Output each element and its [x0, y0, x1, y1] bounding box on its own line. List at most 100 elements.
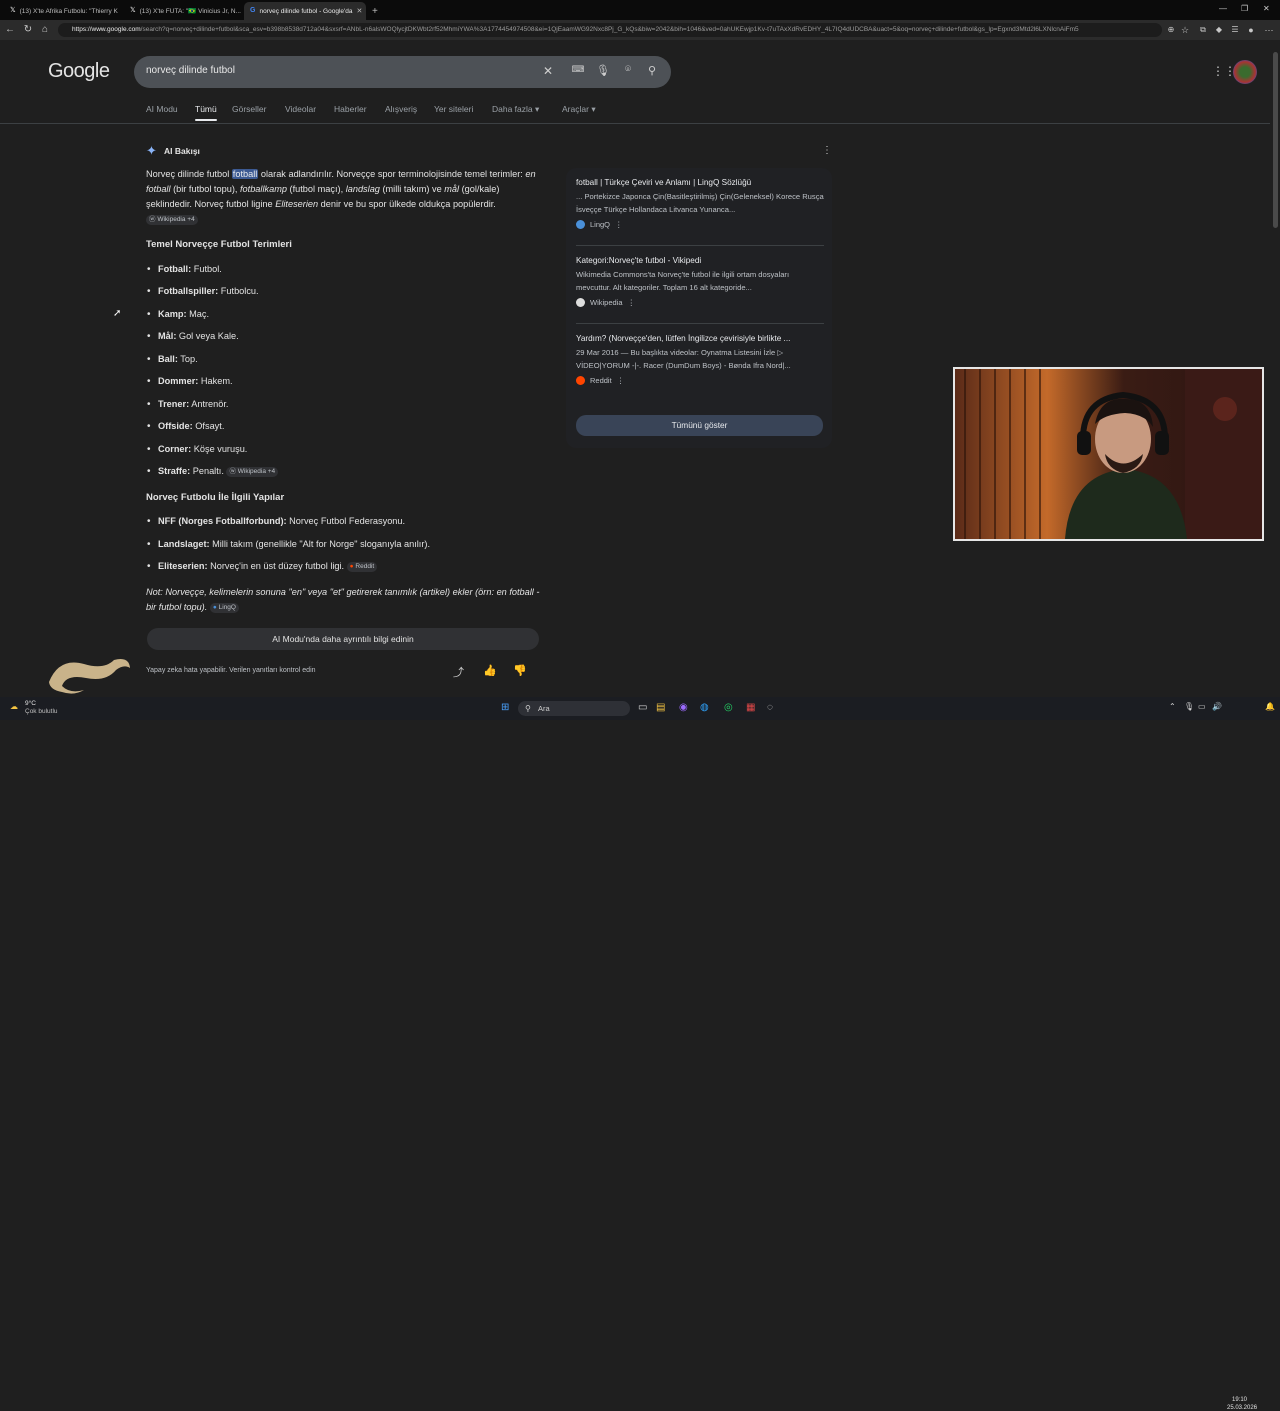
address-bar[interactable]: https://www.google.com/search?q=norveç+d…: [58, 23, 1162, 37]
share-icon[interactable]: ⤴: [453, 664, 464, 680]
tab-images[interactable]: Görseller: [232, 104, 266, 114]
new-tab-button[interactable]: +: [366, 2, 382, 20]
weather-desc[interactable]: Çok bulutlu: [25, 708, 58, 715]
extension-icon[interactable]: ◆: [1212, 23, 1226, 37]
source-chip[interactable]: ⓦ Wikipedia +4: [226, 467, 278, 477]
browser-tab[interactable]: 𝕏 (13) X'te Afrika Futbolu: "Thierry K ✕: [4, 2, 122, 20]
wikipedia-icon: ⓦ: [229, 468, 236, 475]
edge-icon[interactable]: ◍: [700, 702, 709, 713]
source-snippet: 29 Mar 2016 — Bu başlıkta videolar: Oyna…: [576, 346, 824, 372]
back-icon[interactable]: ←: [3, 23, 17, 37]
list-item: NFF (Norges Fotballforbund): Norveç Futb…: [158, 516, 405, 526]
thumbs-down-icon[interactable]: 👎: [513, 664, 527, 677]
browser-tab-active[interactable]: G norveç dilinde futbol - Google'da ✕: [244, 2, 366, 20]
task-view-icon[interactable]: ▭: [638, 702, 647, 713]
source-card[interactable]: Kategori:Norveç'te futbol - Vikipedi Wik…: [576, 256, 824, 307]
ai-overview-title: AI Bakışı: [164, 146, 200, 156]
clock-time[interactable]: 19:10: [1232, 1397, 1247, 1403]
avatar[interactable]: [1233, 60, 1257, 84]
list-item: Straffe: Penaltı. ⓦ Wikipedia +4: [158, 466, 278, 477]
start-icon[interactable]: ⊞: [501, 702, 509, 713]
weather-temp[interactable]: 9°C: [25, 700, 36, 707]
browser-tab[interactable]: 𝕏 (13) X'te FUTA: "🇧🇷 Vinicius Jr, N... …: [124, 2, 242, 20]
lens-icon[interactable]: ⌾: [621, 64, 635, 75]
ai-sparkle-icon: ✦: [146, 143, 157, 159]
google-logo[interactable]: Google: [48, 60, 110, 83]
close-tab-icon[interactable]: ✕: [356, 7, 362, 15]
favorites-icon[interactable]: ☰: [1228, 23, 1242, 37]
whatsapp-icon[interactable]: ◎: [724, 702, 733, 713]
source-title[interactable]: Yardım? (Norveççe'den, lütfen İngilizce …: [576, 334, 824, 343]
reddit-icon: [576, 376, 585, 385]
file-explorer-icon[interactable]: ▤: [656, 702, 665, 713]
chevron-down-icon: ▾: [535, 104, 539, 114]
source-chip[interactable]: ⓦ Wikipedia +4: [146, 215, 198, 225]
profile-icon[interactable]: ●: [1244, 23, 1258, 37]
ai-mode-more-button[interactable]: AI Modu'nda daha ayrıntılı bilgi edinin: [147, 628, 539, 650]
reload-icon[interactable]: ↻: [21, 23, 35, 37]
source-title[interactable]: Kategori:Norveç'te futbol - Vikipedi: [576, 256, 824, 265]
list-item: Ball: Top.: [158, 354, 198, 364]
section-heading: Temel Norveççe Futbol Terimleri: [146, 239, 292, 250]
app-icon[interactable]: ▦: [746, 702, 755, 713]
minimize-icon[interactable]: —: [1219, 4, 1227, 13]
clear-icon[interactable]: ✕: [541, 64, 555, 78]
source-snippet: Wikimedia Commons'ta Norveç'te futbol il…: [576, 268, 824, 294]
menu-dots-icon[interactable]: ⋯: [1262, 23, 1276, 37]
more-options-icon[interactable]: ⋮: [617, 376, 625, 385]
list-item: Dommer: Hakem.: [158, 376, 233, 386]
obs-icon[interactable]: ◌: [767, 702, 773, 713]
webcam-overlay: [953, 367, 1264, 541]
extensions-icon[interactable]: ⧉: [1196, 23, 1210, 37]
maximize-icon[interactable]: ❐: [1241, 4, 1248, 13]
tab-videos[interactable]: Videolar: [285, 104, 316, 114]
mouse-cursor-icon: ➚: [113, 308, 121, 319]
list-item: Landslaget: Milli takım (genellikle "Alt…: [158, 539, 430, 549]
reddit-icon: ●: [350, 563, 354, 570]
home-icon[interactable]: ⌂: [38, 23, 52, 37]
zoom-icon[interactable]: ⊕: [1164, 23, 1178, 37]
tray-chevron-icon[interactable]: ⌃: [1169, 702, 1176, 711]
discord-icon[interactable]: ◉: [679, 702, 688, 713]
notification-icon[interactable]: 🔔: [1265, 702, 1275, 711]
chevron-down-icon: ▾: [591, 104, 595, 114]
tab-tools[interactable]: Araçlar ▾: [562, 104, 596, 115]
source-chip[interactable]: ● Reddit: [347, 562, 378, 572]
source-card[interactable]: Yardım? (Norveççe'den, lütfen İngilizce …: [576, 334, 824, 385]
close-window-icon[interactable]: ✕: [1263, 4, 1270, 13]
tab-all[interactable]: Tümü: [195, 104, 217, 114]
show-all-button[interactable]: Tümünü göster: [576, 415, 823, 436]
network-icon[interactable]: ▭: [1198, 702, 1206, 711]
taskbar-search[interactable]: ⚲ Ara: [518, 701, 630, 716]
webcam-image: [955, 369, 1262, 539]
source-chip[interactable]: ● LingQ: [210, 603, 239, 613]
note-paragraph: Not: Norveççe, kelimelerin sonuna "en" v…: [146, 585, 541, 615]
more-options-icon[interactable]: ⋮: [628, 298, 636, 307]
more-options-icon[interactable]: ⋮: [615, 220, 623, 229]
thumbs-up-icon[interactable]: 👍: [483, 664, 497, 677]
microphone-icon[interactable]: 🎙: [596, 64, 610, 77]
scrollbar-thumb[interactable]: [1273, 52, 1278, 228]
tab-more[interactable]: Daha fazla ▾: [492, 104, 539, 115]
divider: [576, 323, 824, 324]
list-item: Kamp: Maç.: [158, 309, 209, 319]
weather-icon[interactable]: ☁: [10, 702, 18, 711]
source-title[interactable]: fotball | Türkçe Çeviri ve Anlamı | Ling…: [576, 178, 824, 187]
mic-tray-icon[interactable]: 🎙: [1184, 702, 1194, 711]
clock-date[interactable]: 25.03.2026: [1227, 1405, 1257, 1411]
tab-news[interactable]: Haberler: [334, 104, 367, 114]
list-item: Trener: Antrenör.: [158, 399, 228, 409]
search-input[interactable]: norveç dilinde futbol: [146, 65, 235, 76]
volume-icon[interactable]: 🔊: [1212, 702, 1222, 711]
more-options-icon[interactable]: ⋮: [822, 145, 832, 156]
keyboard-icon[interactable]: ⌨: [571, 64, 585, 75]
bookmark-star-icon[interactable]: ☆: [1178, 23, 1192, 37]
search-icon[interactable]: ⚲: [645, 64, 659, 77]
tab-places[interactable]: Yer siteleri: [434, 104, 473, 114]
section-heading: Norveç Futbolu İle İlgili Yapılar: [146, 492, 284, 503]
tab-shopping[interactable]: Alışveriş: [385, 104, 417, 114]
divider: [576, 245, 824, 246]
tab-ai-mode[interactable]: AI Modu: [146, 104, 178, 114]
search-box[interactable]: norveç dilinde futbol ✕ ⌨ 🎙 ⌾ ⚲: [134, 56, 671, 88]
source-card[interactable]: fotball | Türkçe Çeviri ve Anlamı | Ling…: [576, 178, 824, 229]
